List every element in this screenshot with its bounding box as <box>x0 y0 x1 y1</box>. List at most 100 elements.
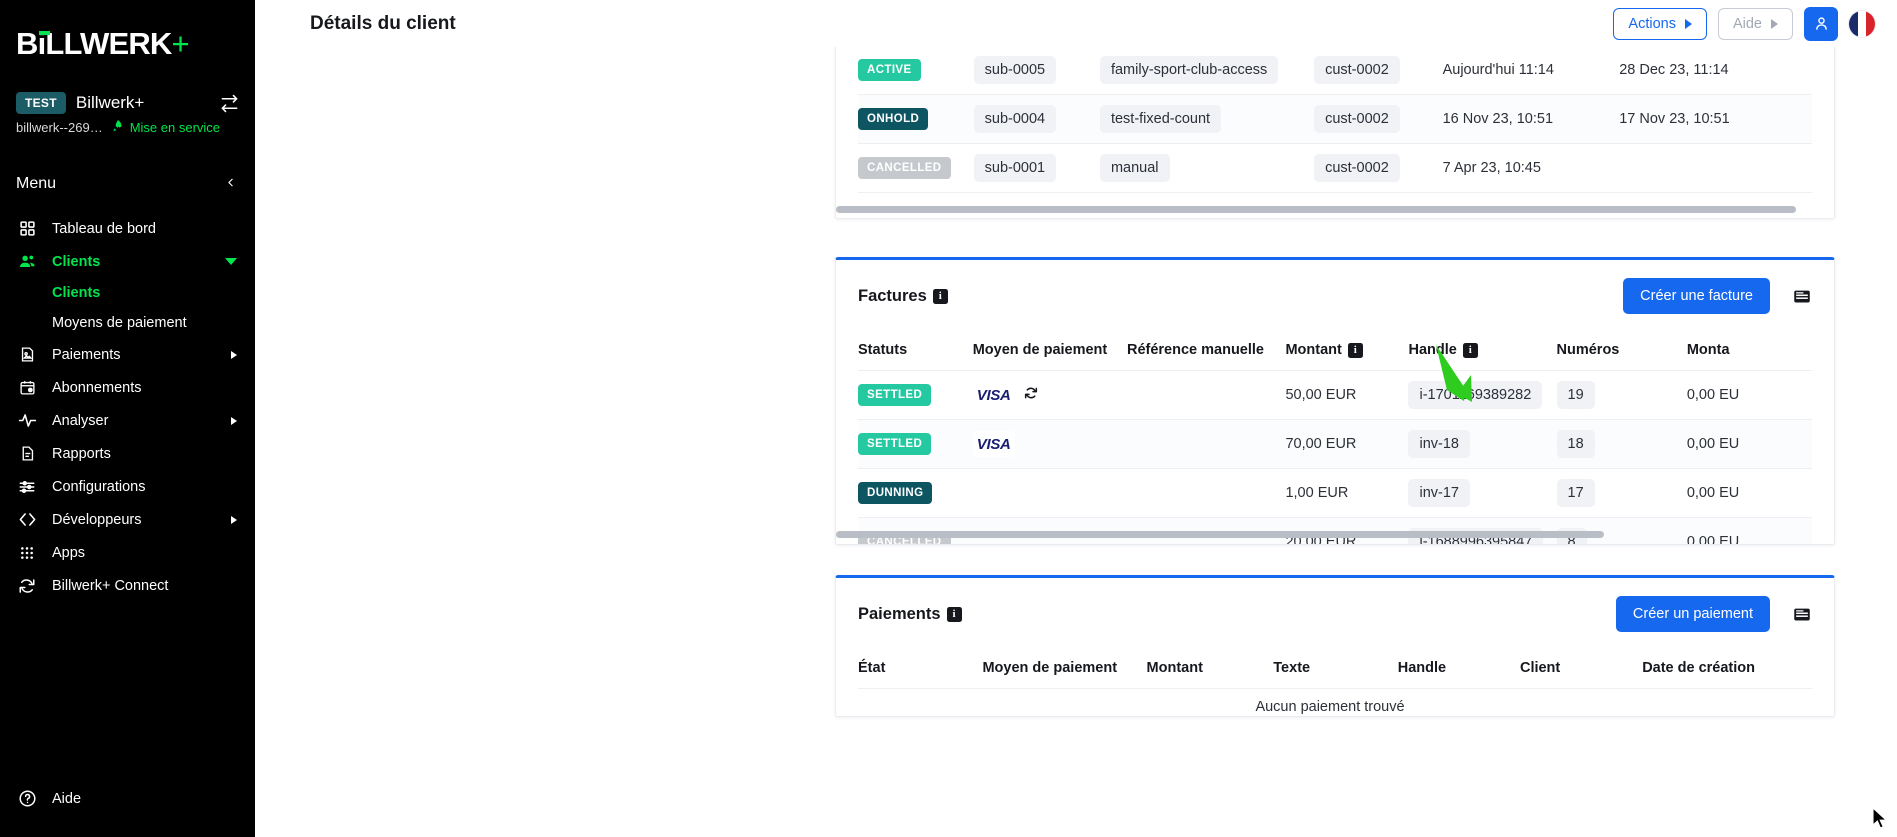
chevron-down-icon[interactable] <box>225 258 237 265</box>
actions-button[interactable]: Actions <box>1613 7 1707 40</box>
swap-arrows-icon[interactable] <box>219 93 239 113</box>
sidebar-item-label: Abonnements <box>52 379 142 396</box>
environment-badge: TEST <box>16 92 66 114</box>
status-badge: SETTLED <box>858 433 932 455</box>
column-header-status[interactable]: Statuts <box>858 330 973 371</box>
sidebar-item-rapports[interactable]: Rapports <box>0 437 255 470</box>
sidebar-item-moyens-de-paiement[interactable]: Moyens de paiement <box>0 308 255 338</box>
users-icon <box>16 251 38 273</box>
info-icon[interactable]: i <box>946 606 962 622</box>
sidebar-item-configurations[interactable]: Configurations <box>0 470 255 503</box>
column-header-amount[interactable]: Montant <box>1146 648 1274 689</box>
main-area: Détails du client Actions Aide ACTIVE su… <box>255 0 1897 837</box>
sidebar-item-abonnements[interactable]: Abonnements <box>0 371 255 404</box>
recurring-sync-icon <box>1023 385 1039 405</box>
account-row-primary: TEST Billwerk+ <box>16 92 239 114</box>
invoices-title: Factures <box>858 286 927 305</box>
payments-title: Paiements <box>858 604 941 623</box>
chevron-right-icon[interactable] <box>231 416 237 425</box>
table-row[interactable]: ONHOLD sub-0004 test-fixed-count cust-00… <box>858 94 1812 144</box>
invoice-number: 19 <box>1556 381 1595 409</box>
table-header-row: Statuts Moyen de paiement Référence manu… <box>858 330 1812 371</box>
invoice-amount-secondary: 0,00 EU <box>1686 419 1812 469</box>
subscription-date-end: 28 Dec 23, 11:14 <box>1619 46 1812 95</box>
service-status-label: Mise en service <box>129 120 221 135</box>
manual-reference <box>1126 370 1286 420</box>
subscription-date-end <box>1619 143 1812 193</box>
payments-table: État Moyen de paiement Montant Texte Han… <box>858 648 1812 716</box>
chevron-right-icon[interactable] <box>231 350 237 359</box>
invoice-amount: 70,00 EUR <box>1285 419 1409 469</box>
account-switcher[interactable]: TEST Billwerk+ billwerk--269… Mise en se… <box>0 76 255 136</box>
create-payment-button[interactable]: Créer un paiement <box>1615 596 1770 632</box>
column-header-state[interactable]: État <box>858 648 983 689</box>
subscriptions-table: ACTIVE sub-0005 family-sport-club-access… <box>858 46 1812 193</box>
user-avatar-button[interactable] <box>1804 6 1838 41</box>
sidebar-item-clients-sub[interactable]: Clients <box>0 278 255 308</box>
help-button[interactable]: Aide <box>1717 7 1793 40</box>
column-header-manual-reference[interactable]: Référence manuelle <box>1126 330 1286 371</box>
payment-method-cell: VISA <box>972 431 1117 457</box>
chevron-left-icon[interactable] <box>224 174 237 194</box>
visa-card-icon: VISA <box>972 382 1015 408</box>
sidebar-item-paiements[interactable]: Paiements <box>0 338 255 371</box>
column-header-payment-method[interactable]: Moyen de paiement <box>982 648 1147 689</box>
logo-letter-i: i <box>37 26 50 61</box>
table-row[interactable]: ACTIVE sub-0005 family-sport-club-access… <box>858 46 1812 95</box>
column-header-text[interactable]: Texte <box>1273 648 1398 689</box>
invoices-card: Factures i Créer une facture Statuts Moy… <box>835 257 1835 545</box>
sidebar-item-apps[interactable]: Apps <box>0 536 255 569</box>
sidebar-item-analyser[interactable]: Analyser <box>0 404 255 437</box>
invoice-number: 18 <box>1556 430 1595 458</box>
column-header-handle[interactable]: Handle <box>1397 648 1520 689</box>
account-handle: billwerk--269… <box>16 120 103 135</box>
sidebar-item-billwerk-connect[interactable]: Billwerk+ Connect <box>0 569 255 602</box>
french-flag-icon[interactable] <box>1849 10 1875 37</box>
table-row[interactable]: DUNNING 1,00 EUR inv-17 17 0,00 EU <box>858 468 1812 518</box>
column-header-numbers[interactable]: Numéros <box>1556 330 1687 371</box>
sidebar-item-label: Clients <box>52 253 101 270</box>
receipt-icon <box>16 344 38 366</box>
table-row[interactable]: SETTLED VISA 50,00 EUR i-1701169389282 1… <box>858 370 1812 420</box>
sidebar-item-developpeurs[interactable]: Développeurs <box>0 503 255 536</box>
sync-icon <box>16 575 38 597</box>
info-icon[interactable]: i <box>1347 342 1363 358</box>
caret-right-icon <box>1771 18 1778 29</box>
help-button-label: Aide <box>1732 15 1762 32</box>
brand-logo[interactable]: BiLLWERK+ <box>0 0 255 76</box>
chevron-right-icon[interactable] <box>231 515 237 524</box>
column-header-amount-secondary[interactable]: Monta <box>1686 330 1812 371</box>
status-badge: DUNNING <box>858 482 933 504</box>
column-header-payment-method[interactable]: Moyen de paiement <box>972 330 1127 371</box>
table-row[interactable]: SETTLED VISA 70,00 EUR inv-18 18 0,00 EU <box>858 419 1812 469</box>
horizontal-scrollbar[interactable] <box>836 206 1796 213</box>
column-header-amount[interactable]: Montant i <box>1285 330 1409 371</box>
subscription-handle: sub-0004 <box>973 105 1057 133</box>
sidebar-item-tableau-de-bord[interactable]: Tableau de bord <box>0 212 255 245</box>
invoices-table-wrap: Statuts Moyen de paiement Référence manu… <box>836 330 1834 544</box>
column-header-created[interactable]: Date de création <box>1642 648 1812 689</box>
horizontal-scrollbar[interactable] <box>836 531 1604 538</box>
help-circle-icon <box>16 788 38 810</box>
invoice-handle: inv-18 <box>1408 430 1470 458</box>
content-scroll-region[interactable]: ACTIVE sub-0005 family-sport-club-access… <box>255 1 1897 837</box>
column-header-customer[interactable]: Client <box>1519 648 1643 689</box>
info-icon[interactable]: i <box>1462 342 1478 358</box>
sidebar-item-clients[interactable]: Clients <box>0 245 255 278</box>
table-columns-icon[interactable] <box>1792 287 1812 306</box>
table-header-row: État Moyen de paiement Montant Texte Han… <box>858 648 1812 689</box>
create-invoice-button[interactable]: Créer une facture <box>1623 278 1770 314</box>
sidebar-item-aide[interactable]: Aide <box>16 782 239 815</box>
sidebar-item-label: Analyser <box>52 412 109 429</box>
column-header-amount-label: Montant <box>1285 342 1342 358</box>
table-columns-icon[interactable] <box>1792 605 1812 624</box>
topbar-actions: Actions Aide <box>1613 6 1875 41</box>
column-header-handle[interactable]: Handle i <box>1408 330 1557 371</box>
sidebar-item-label: Aide <box>52 790 82 807</box>
table-row[interactable]: CANCELLED sub-0001 manual cust-0002 7 Ap… <box>858 143 1812 193</box>
sidebar-item-label: Configurations <box>52 478 146 495</box>
invoices-table: Statuts Moyen de paiement Référence manu… <box>858 330 1812 544</box>
invoice-handle: inv-17 <box>1408 479 1470 507</box>
info-icon[interactable]: i <box>932 288 948 304</box>
customer-handle: cust-0002 <box>1314 105 1400 133</box>
